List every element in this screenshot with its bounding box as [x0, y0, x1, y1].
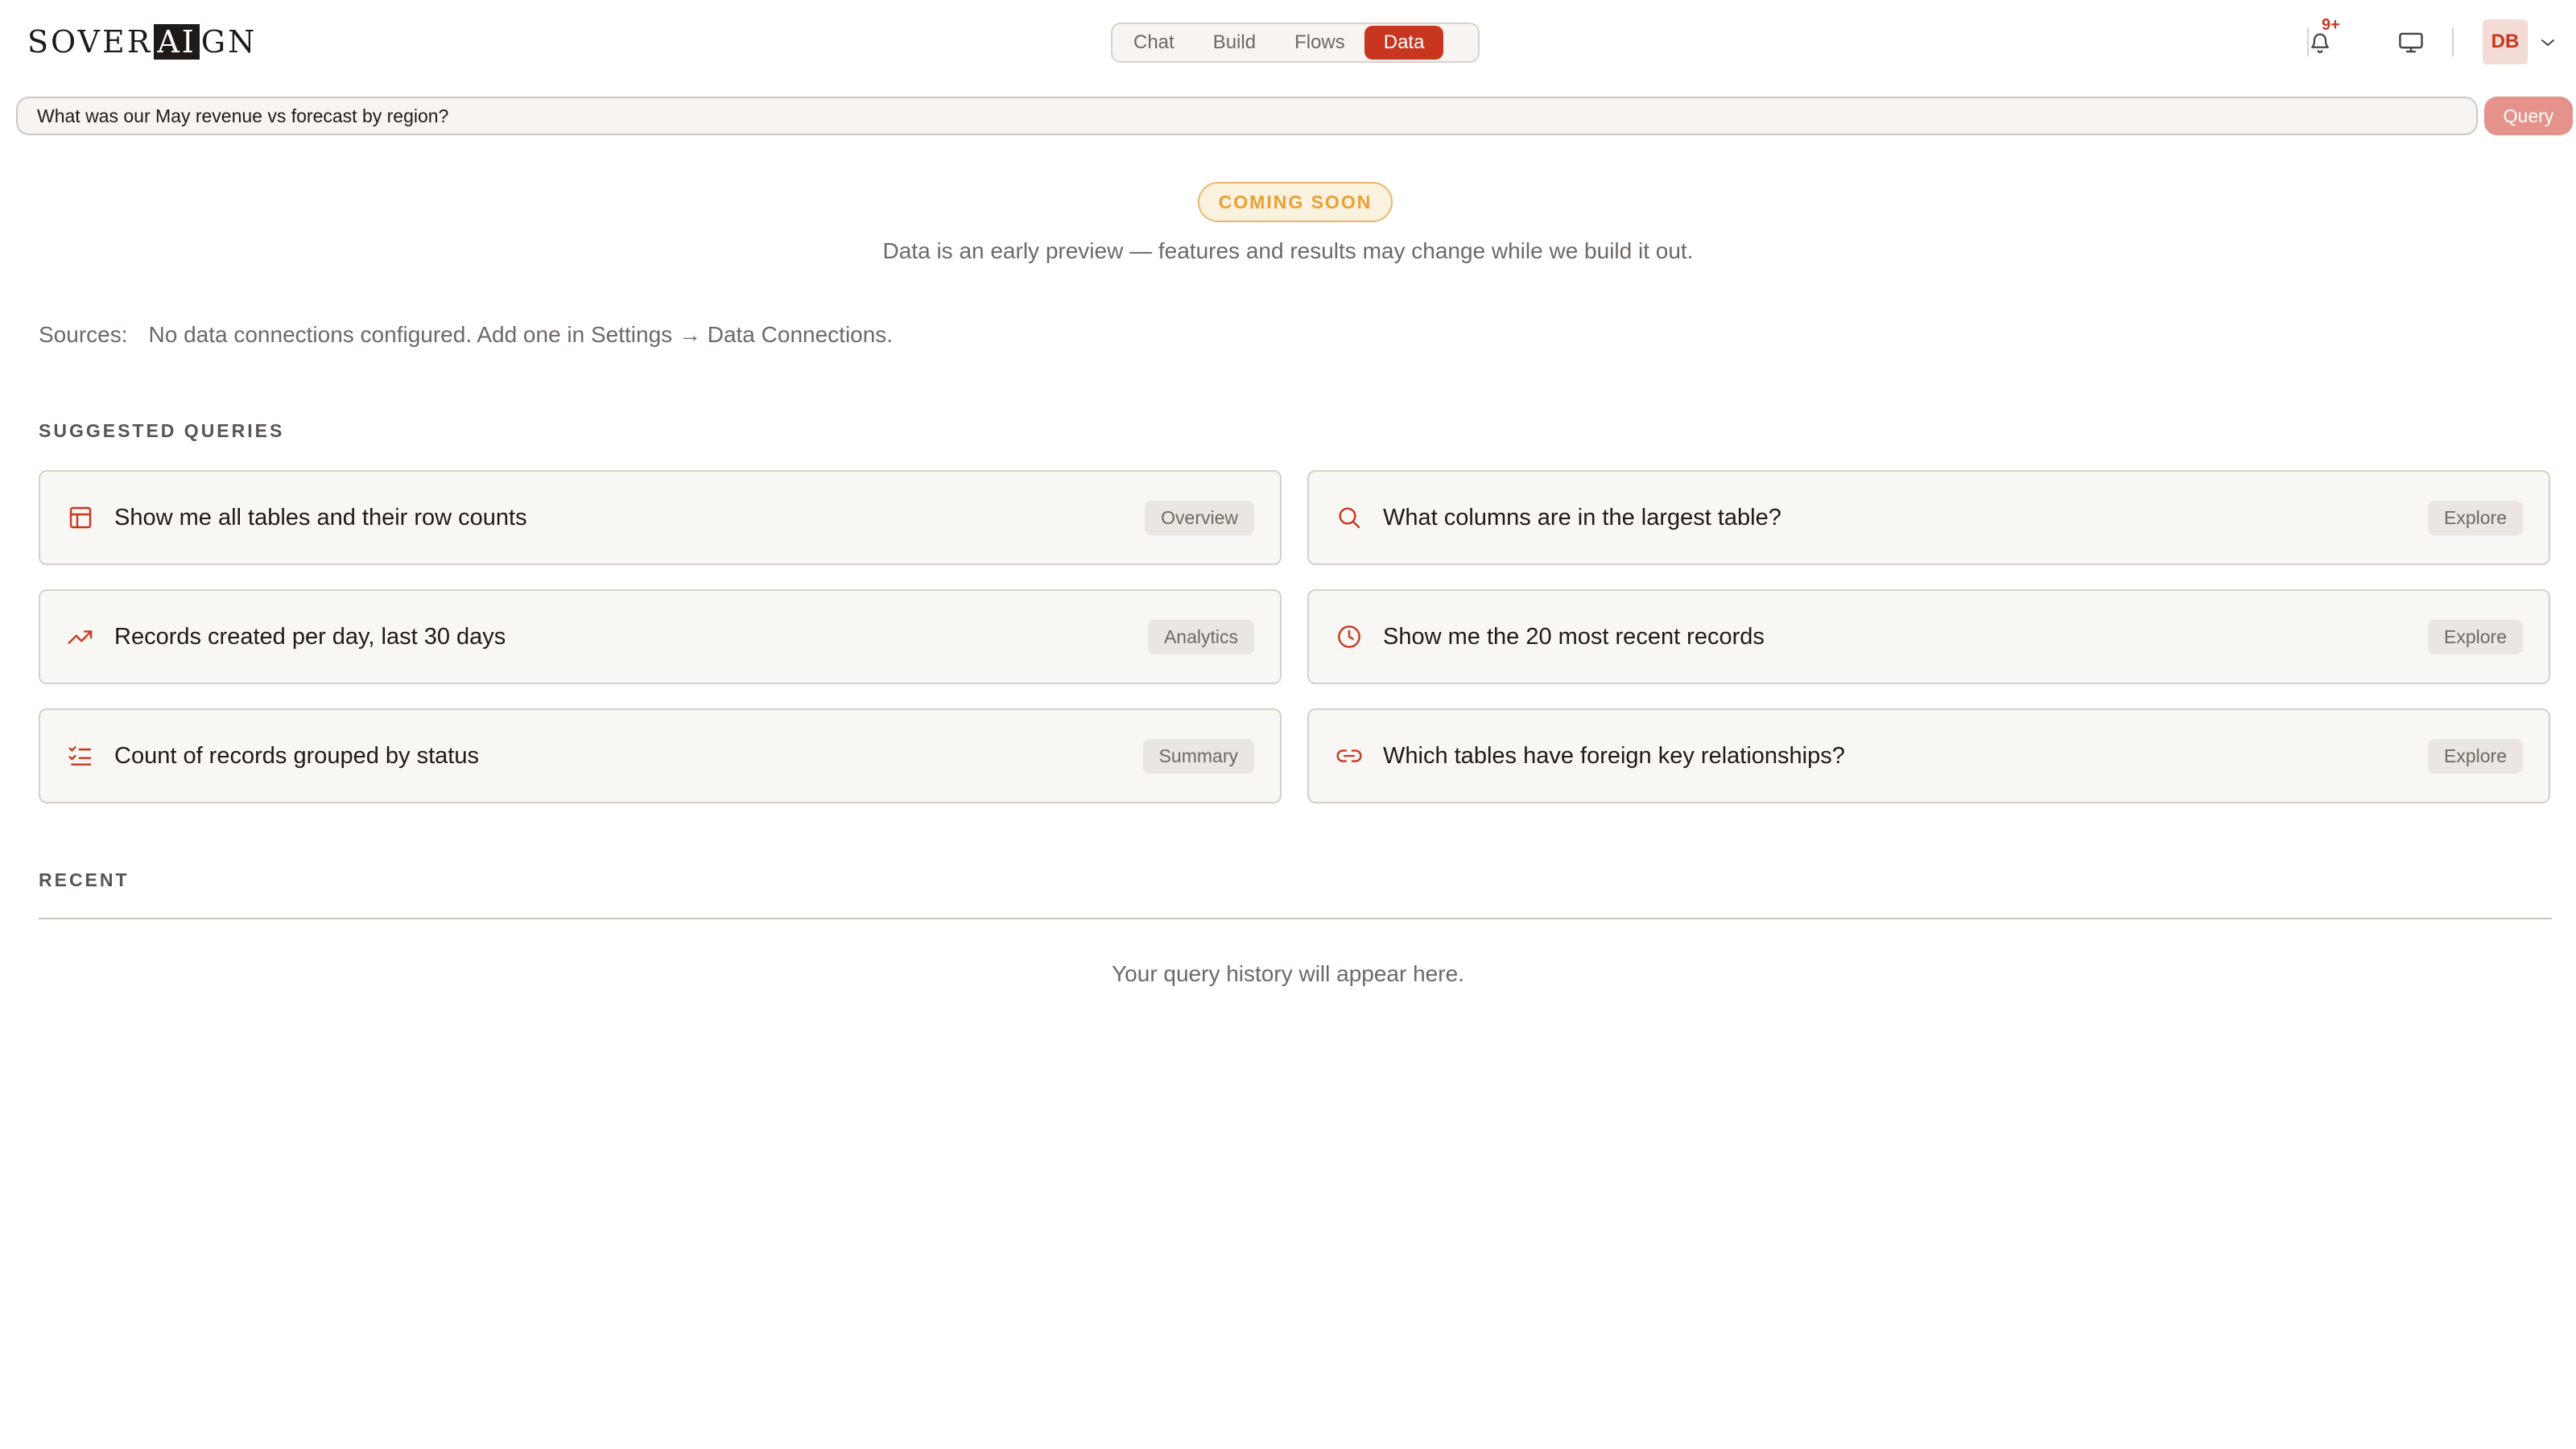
logo[interactable]: SOVER AI GN: [27, 21, 257, 63]
section-heading-suggested: SUGGESTED QUERIES: [39, 420, 285, 441]
mode-switcher: Chat Build Flows Data: [1111, 23, 1480, 63]
avatar[interactable]: DB: [2483, 19, 2528, 64]
query-category-tag: Explore: [2428, 619, 2523, 654]
logo-mark: AI: [154, 24, 200, 60]
search-icon: [1335, 503, 1364, 532]
display-button[interactable]: [2391, 24, 2431, 61]
tab-flows[interactable]: Flows: [1275, 26, 1364, 60]
query-category-tag: Explore: [2428, 738, 2523, 774]
suggested-query-text: Show me all tables and their row counts: [114, 504, 527, 530]
query-category-tag: Analytics: [1147, 619, 1254, 654]
notification-count-badge: 9+: [2322, 16, 2340, 34]
query-category-tag: Overview: [1145, 500, 1254, 535]
query-button[interactable]: Query: [2484, 97, 2573, 135]
query-input[interactable]: [16, 97, 2478, 135]
query-category-tag: Summary: [1142, 738, 1254, 774]
suggested-query-text: Show me the 20 most recent records: [1383, 623, 1765, 650]
clock-icon: [1335, 622, 1364, 651]
monitor-icon: [2399, 32, 2423, 53]
suggested-query-card[interactable]: Count of records grouped by status Summa…: [39, 708, 1282, 803]
coming-soon-badge: COMING SOON: [1198, 182, 1393, 222]
tab-chat[interactable]: Chat: [1114, 26, 1194, 60]
suggested-query-card[interactable]: Records created per day, last 30 days An…: [39, 589, 1282, 684]
suggested-query-card[interactable]: Which tables have foreign key relationsh…: [1307, 708, 2550, 803]
section-heading-recent: RECENT: [39, 869, 130, 890]
preview-notice: Data is an early preview — features and …: [882, 238, 1694, 263]
tab-data[interactable]: Data: [1364, 26, 1444, 60]
sources-status: No data connections configured. Add one …: [148, 322, 894, 347]
suggested-query-card[interactable]: What columns are in the largest table? E…: [1307, 470, 2550, 565]
suggested-query-card[interactable]: Show me all tables and their row counts …: [39, 470, 1282, 565]
suggested-query-text: Which tables have foreign key relationsh…: [1383, 742, 1845, 769]
table-icon: [66, 503, 95, 532]
query-category-tag: Explore: [2428, 500, 2523, 535]
divider: [2452, 27, 2454, 56]
logo-text-end: GN: [200, 24, 258, 60]
trending-up-icon: [66, 622, 95, 651]
top-bar: SOVER AI GN Chat Build Flows Data 9+ DB: [0, 0, 2576, 84]
logo-text-start: SOVER: [27, 24, 153, 60]
suggested-query-text: Records created per day, last 30 days: [114, 623, 506, 650]
link-icon: [1335, 741, 1364, 770]
suggested-query-card[interactable]: Show me the 20 most recent records Explo…: [1307, 589, 2550, 684]
chevron-down-icon: [2541, 39, 2554, 46]
recent-empty-state: Your query history will appear here.: [1112, 961, 1464, 986]
sources-label: Sources:: [39, 322, 128, 347]
suggested-query-text: Count of records grouped by status: [114, 742, 479, 769]
suggested-query-text: What columns are in the largest table?: [1383, 504, 1781, 530]
tab-build[interactable]: Build: [1194, 26, 1275, 60]
checklist-icon: [66, 741, 95, 770]
sources-row: Sources: No data connections configured.…: [39, 322, 893, 348]
divider: [39, 918, 2552, 919]
divider: [2307, 27, 2309, 56]
account-menu-button[interactable]: [2536, 31, 2560, 55]
